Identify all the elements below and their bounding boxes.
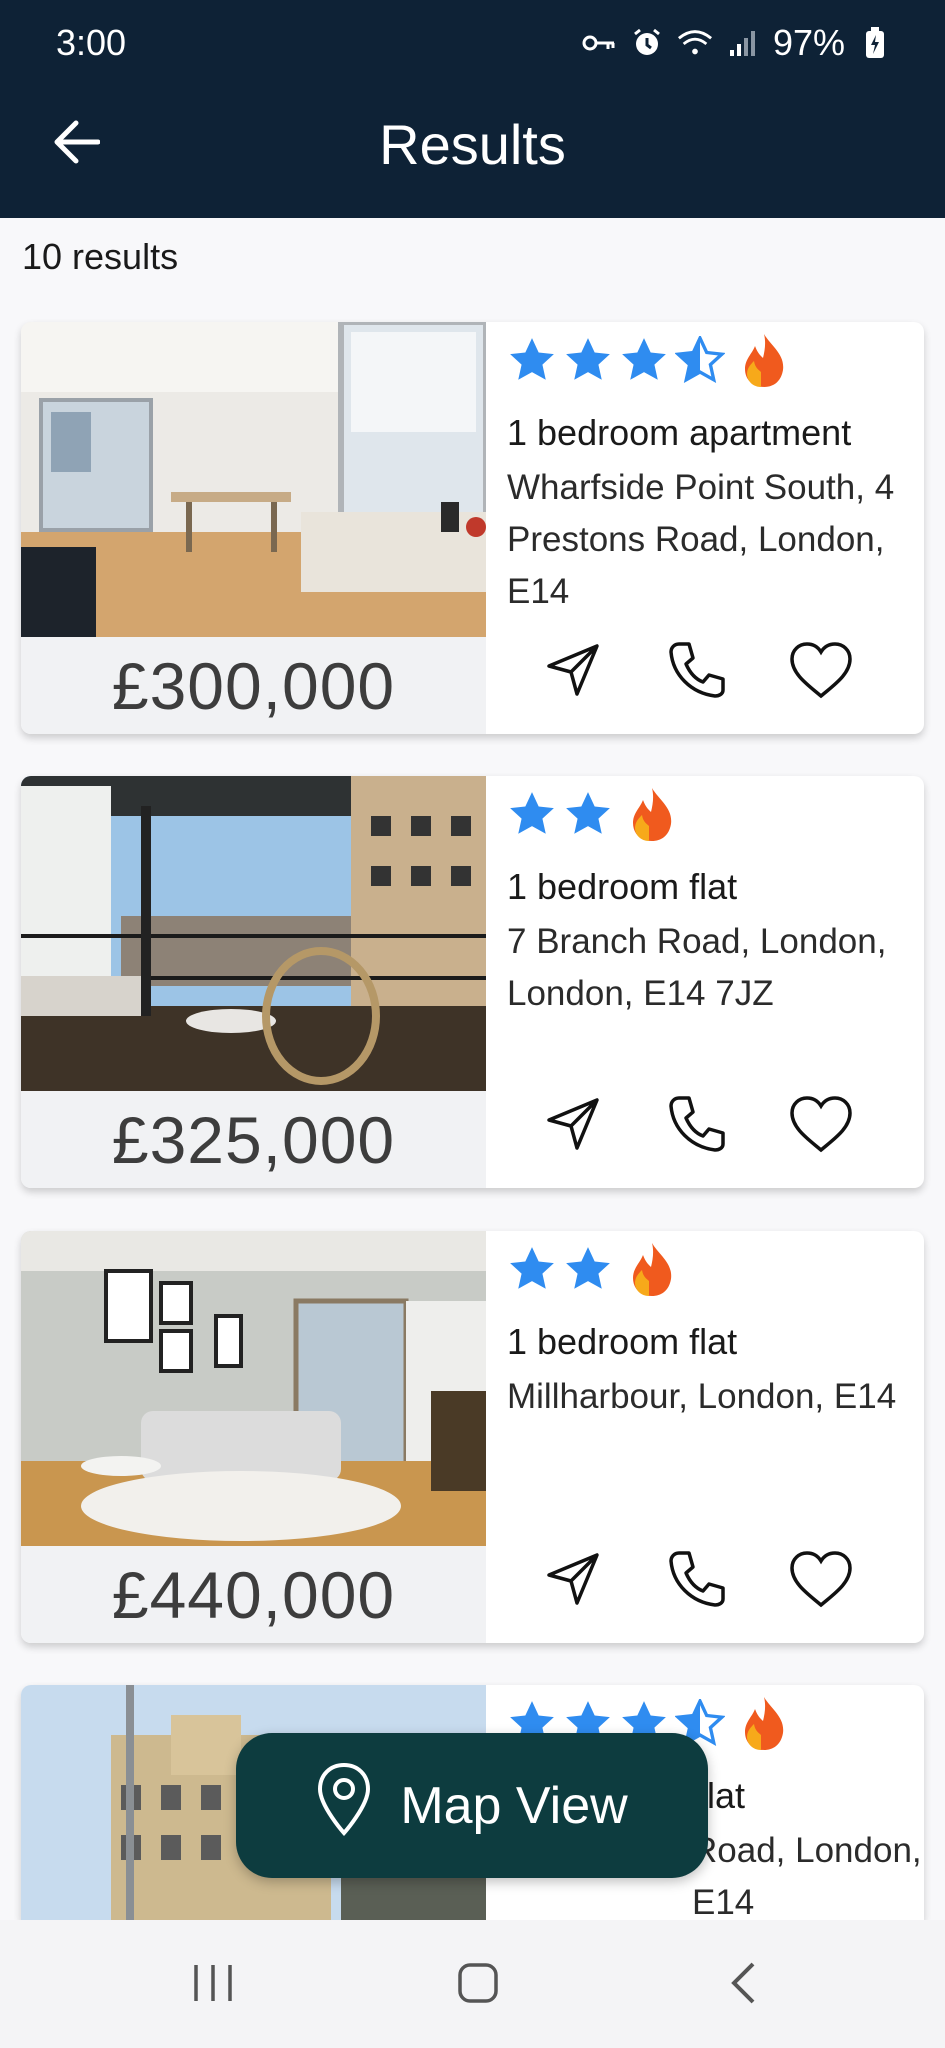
listing-card[interactable]: £440,000 1 bedroom flat Millharbour, Lon… <box>21 1231 924 1643</box>
listing-title[interactable]: 1 bedroom flat <box>507 1321 737 1363</box>
listing-address: Millharbour, London, E14 <box>507 1377 897 1416</box>
star-icon <box>507 790 557 838</box>
heart-icon <box>788 1094 854 1159</box>
star-icon <box>507 336 557 384</box>
home-button[interactable] <box>438 1950 518 2020</box>
listing-info: 1 bedroom flat Millharbour, London, E14 <box>507 1231 924 1643</box>
listing-card[interactable]: £325,000 1 bedroom flat 7 Branch Road, L… <box>21 776 924 1188</box>
listing-address: Road, London, E14 <box>692 1831 922 1920</box>
page-title: Results <box>379 113 566 176</box>
nav-back-button[interactable] <box>703 1950 783 2020</box>
listing-price: £325,000 <box>21 1091 486 1188</box>
rating-stars <box>507 786 675 842</box>
phone-icon <box>665 1092 729 1161</box>
listing-photo[interactable] <box>21 1231 486 1546</box>
send-icon <box>543 640 603 705</box>
star-icon <box>563 790 613 838</box>
home-icon <box>455 1960 501 2011</box>
status-time: 3:00 <box>56 22 127 63</box>
message-button[interactable] <box>533 1086 613 1166</box>
message-button[interactable] <box>533 1541 613 1621</box>
listing-actions <box>507 1086 924 1166</box>
favourite-button[interactable] <box>781 1541 861 1621</box>
favourite-button[interactable] <box>781 632 861 712</box>
listing-photo[interactable] <box>21 322 486 637</box>
app-header: 3:00 97% Results <box>0 0 945 218</box>
nav-back-icon <box>728 1960 758 2011</box>
listing-title[interactable]: lat <box>707 1775 745 1817</box>
listing-title[interactable]: 1 bedroom flat <box>507 866 737 908</box>
alarm-icon <box>629 25 665 61</box>
star-icon <box>507 1245 557 1293</box>
rating-stars <box>507 332 787 388</box>
half-star-icon <box>675 336 725 384</box>
star-icon <box>619 336 669 384</box>
status-icons: 97% <box>581 22 893 64</box>
heart-icon <box>788 640 854 705</box>
message-button[interactable] <box>533 632 613 712</box>
system-nav-bar <box>0 1920 945 2048</box>
listing-actions <box>507 632 924 712</box>
listing-price: £440,000 <box>21 1546 486 1643</box>
flame-icon <box>741 1695 787 1751</box>
phone-icon <box>665 1547 729 1616</box>
listing-info: 1 bedroom apartment Wharfside Point Sout… <box>507 322 924 734</box>
listing-price: £300,000 <box>21 637 486 734</box>
recent-apps-icon <box>190 1961 236 2010</box>
call-button[interactable] <box>657 1541 737 1621</box>
battery-charging-icon <box>857 25 893 61</box>
map-view-label: Map View <box>400 1776 628 1835</box>
star-icon <box>563 336 613 384</box>
results-count: 10 results <box>22 236 179 277</box>
flame-icon <box>741 332 787 388</box>
send-icon <box>543 1549 603 1614</box>
vpn-key-icon <box>581 25 617 61</box>
wifi-icon <box>677 25 713 61</box>
listing-photo[interactable] <box>21 776 486 1091</box>
listing-address: Wharfside Point South, 4 Prestons Road, … <box>507 468 895 611</box>
recent-apps-button[interactable] <box>173 1950 253 2020</box>
star-icon <box>563 1245 613 1293</box>
flame-icon <box>629 1241 675 1297</box>
call-button[interactable] <box>657 632 737 712</box>
listing-card[interactable]: £300,000 1 bedroom apartment Wharfside P… <box>21 322 924 734</box>
signal-icon <box>725 25 761 61</box>
call-button[interactable] <box>657 1086 737 1166</box>
map-pin-icon <box>316 1762 372 1849</box>
favourite-button[interactable] <box>781 1086 861 1166</box>
send-icon <box>543 1094 603 1159</box>
listing-info: 1 bedroom flat 7 Branch Road, London, Lo… <box>507 776 924 1188</box>
listing-actions <box>507 1541 924 1621</box>
listing-title[interactable]: 1 bedroom apartment <box>507 412 851 454</box>
rating-stars <box>507 1241 675 1297</box>
listing-address: 7 Branch Road, London, London, E14 7JZ <box>507 922 887 1013</box>
flame-icon <box>629 786 675 842</box>
battery-percent: 97% <box>772 22 845 63</box>
heart-icon <box>788 1549 854 1614</box>
map-view-button[interactable]: Map View <box>236 1733 708 1878</box>
phone-icon <box>665 638 729 707</box>
